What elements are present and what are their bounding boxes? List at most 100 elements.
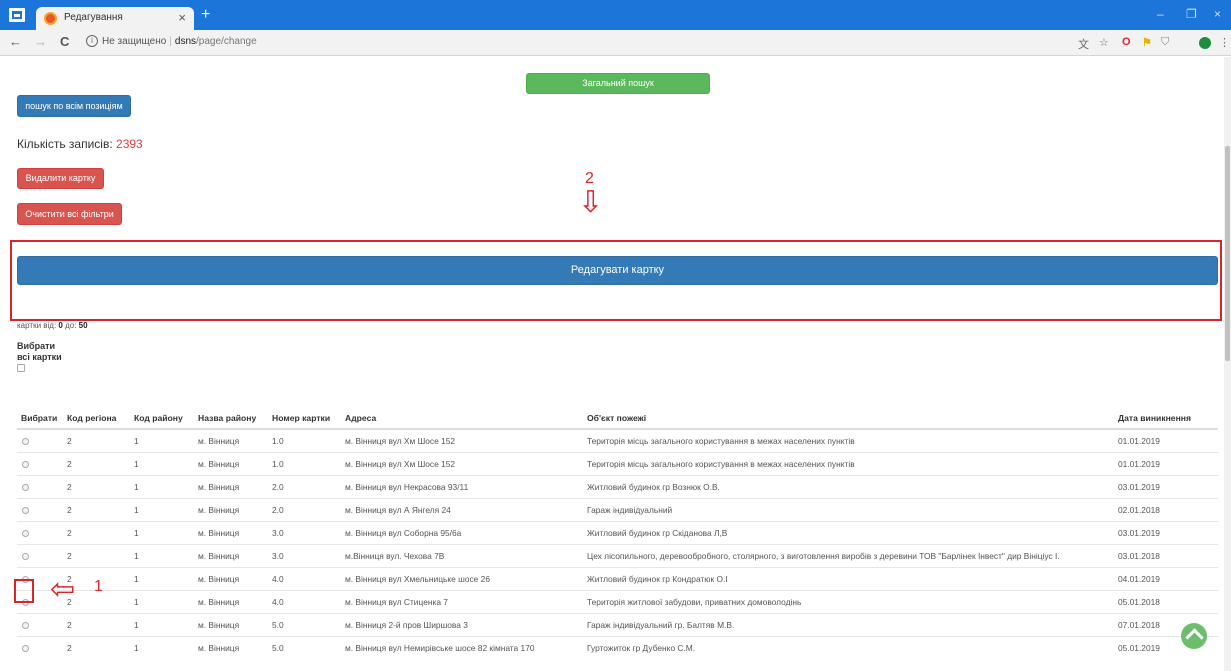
col-header-select[interactable]: Вибрати bbox=[17, 407, 63, 430]
tab-close-icon[interactable]: × bbox=[178, 10, 186, 25]
col-header-address[interactable]: Адреса bbox=[341, 407, 583, 430]
range-middle: до: bbox=[65, 321, 77, 330]
cell-card-number: 1.0 bbox=[268, 451, 341, 475]
table-row[interactable]: 2 1 м. Вінниця 2.0 м. Вінниця вул А Янгеля 2… bbox=[17, 497, 1218, 521]
cell-date: 05.01.2018 bbox=[1114, 589, 1218, 613]
cell-district-name: м. Вінниця bbox=[194, 612, 268, 636]
cell-date: 04.01.2019 bbox=[1114, 566, 1218, 590]
search-all-positions-button[interactable]: пошук по всім позиціям bbox=[17, 95, 131, 117]
row-select-radio[interactable] bbox=[22, 438, 29, 446]
cell-district-code: 1 bbox=[130, 520, 194, 544]
profile-avatar[interactable] bbox=[1199, 37, 1211, 49]
cell-fire-object: Територія житлової забудови, приватних д… bbox=[583, 589, 1114, 613]
close-window-button[interactable]: × bbox=[1214, 7, 1221, 21]
cell-district-code: 1 bbox=[130, 566, 194, 590]
reload-button[interactable]: C bbox=[60, 34, 69, 49]
annotation-number-1: 1 bbox=[94, 578, 103, 595]
cell-card-number: 2.0 bbox=[268, 497, 341, 521]
cell-date: 01.01.2019 bbox=[1114, 451, 1218, 475]
star-icon[interactable]: ☆ bbox=[1099, 36, 1109, 49]
annotation-arrow-left-icon: ⇦ bbox=[50, 573, 76, 606]
col-header-card-number[interactable]: Номер картки bbox=[268, 407, 341, 430]
back-button[interactable]: ← bbox=[9, 34, 22, 49]
table-row[interactable]: 2 1 м. Вінниця 1.0 м. Вінниця вул Хм Шосе 15… bbox=[17, 451, 1218, 475]
row-select-radio[interactable] bbox=[22, 529, 29, 537]
row-select-radio[interactable] bbox=[22, 645, 29, 653]
general-search-button[interactable]: Загальний пошук bbox=[526, 73, 710, 94]
cell-date: 03.01.2019 bbox=[1114, 520, 1218, 544]
col-header-district-code[interactable]: Код району bbox=[130, 407, 194, 430]
cards-range: картки від: 0 до: 50 bbox=[17, 321, 88, 330]
col-header-region-code[interactable]: Код регіона bbox=[63, 407, 130, 430]
info-icon[interactable]: i bbox=[86, 35, 98, 47]
table-row[interactable]: 2 1 м. Вінниця 5.0 м. Вінниця вул Немирівськ… bbox=[17, 635, 1218, 659]
cell-date: 03.01.2018 bbox=[1114, 543, 1218, 567]
row-select-radio[interactable] bbox=[22, 621, 29, 629]
clear-filters-button[interactable]: Очистити всі фільтри bbox=[17, 203, 122, 225]
edit-card-button[interactable]: Редагувати картку bbox=[17, 256, 1218, 285]
annotation-arrow-down-icon: ⇩ bbox=[578, 186, 604, 219]
select-all-label: Вибрати всі картки bbox=[17, 341, 62, 363]
cell-card-number: 3.0 bbox=[268, 520, 341, 544]
records-count: Кількість записів: 2393 bbox=[17, 137, 143, 151]
row-select-radio[interactable] bbox=[22, 483, 29, 491]
menu-icon[interactable]: ⋮ bbox=[1219, 36, 1230, 49]
cell-address: м. Вінниця вул Хм Шосе 152 bbox=[341, 428, 583, 452]
row-select-radio[interactable] bbox=[22, 460, 29, 468]
table-row[interactable]: 2 1 м. Вінниця 4.0 м. Вінниця вул Стиценка 7… bbox=[17, 589, 1218, 613]
cell-district-name: м. Вінниця bbox=[194, 635, 268, 659]
translate-icon[interactable]: 文 bbox=[1078, 36, 1089, 52]
col-header-date[interactable]: Дата виникнення bbox=[1114, 407, 1218, 430]
cell-district-code: 1 bbox=[130, 589, 194, 613]
new-tab-button[interactable]: + bbox=[201, 6, 210, 24]
cell-district-code: 1 bbox=[130, 543, 194, 567]
forward-button[interactable]: → bbox=[34, 34, 47, 49]
records-label: Кількість записів: bbox=[17, 137, 113, 151]
cell-district-code: 1 bbox=[130, 428, 194, 452]
select-all-checkbox[interactable] bbox=[17, 364, 25, 372]
col-header-district-name[interactable]: Назва району bbox=[194, 407, 268, 430]
table-row[interactable]: 2 1 м. Вінниця 1.0 м. Вінниця вул Хм Шосе 15… bbox=[17, 428, 1218, 452]
table-row[interactable]: 2 1 м. Вінниця 2.0 м. Вінниця вул Некрасова … bbox=[17, 474, 1218, 498]
cell-region-code: 2 bbox=[63, 520, 130, 544]
scroll-to-top-button[interactable] bbox=[1181, 623, 1207, 649]
cell-address: м. Вінниця 2-й пров Ширшова 3 bbox=[341, 612, 583, 636]
cell-address: м. Вінниця вул Соборна 95/6а bbox=[341, 520, 583, 544]
table-row[interactable]: 2 1 м. Вінниця 5.0 м. Вінниця 2-й пров Ширшо… bbox=[17, 612, 1218, 636]
cell-fire-object: Територія місць загального користування … bbox=[583, 451, 1114, 475]
scrollbar-thumb[interactable] bbox=[1225, 146, 1230, 361]
page-content: Загальний пошук пошук по всім позиціям К… bbox=[0, 57, 1231, 671]
cell-card-number: 3.0 bbox=[268, 543, 341, 567]
address-bar: ← → C i Не защищено | dsns/page/change 文 ☆… bbox=[0, 30, 1231, 56]
delete-card-button[interactable]: Видалити картку bbox=[17, 168, 104, 189]
cell-card-number: 4.0 bbox=[268, 589, 341, 613]
table-row[interactable]: 2 1 м. Вінниця 3.0 м.Вінниця вул. Чехова 7В Ц… bbox=[17, 543, 1218, 567]
cell-fire-object: Житловий будинок гр Вознюк О.В. bbox=[583, 474, 1114, 498]
cell-district-code: 1 bbox=[130, 474, 194, 498]
cell-address: м. Вінниця вул Хмельницьке шосе 26 bbox=[341, 566, 583, 590]
cell-address: м. Вінниця вул А Янгеля 24 bbox=[341, 497, 583, 521]
cell-card-number: 4.0 bbox=[268, 566, 341, 590]
row-select-radio[interactable] bbox=[22, 506, 29, 514]
url-field[interactable]: Не защищено | dsns/page/change bbox=[102, 36, 257, 47]
extension-icon[interactable]: ⚑ bbox=[1142, 36, 1152, 49]
cell-card-number: 5.0 bbox=[268, 612, 341, 636]
cell-district-name: м. Вінниця bbox=[194, 474, 268, 498]
url-host: dsns bbox=[174, 36, 197, 47]
restore-button[interactable]: ❐ bbox=[1186, 7, 1197, 21]
cell-fire-object: Територія місць загального користування … bbox=[583, 428, 1114, 452]
cell-address: м.Вінниця вул. Чехова 7В bbox=[341, 543, 583, 567]
opera-icon[interactable]: O bbox=[1122, 36, 1131, 48]
col-header-fire-object[interactable]: Об'єкт пожежі bbox=[583, 407, 1114, 430]
tab-favicon-icon bbox=[44, 12, 57, 25]
row-select-radio[interactable] bbox=[22, 552, 29, 560]
shield-icon[interactable]: ⛉ bbox=[1161, 36, 1169, 49]
table-row[interactable]: 2 1 м. Вінниця 3.0 м. Вінниця вул Соборна 95… bbox=[17, 520, 1218, 544]
table-row[interactable]: 2 1 м. Вінниця 4.0 м. Вінниця вул Хмельницьк… bbox=[17, 566, 1218, 590]
minimize-button[interactable]: – bbox=[1157, 7, 1164, 21]
cell-date: 03.01.2019 bbox=[1114, 474, 1218, 498]
cell-card-number: 1.0 bbox=[268, 428, 341, 452]
cards-table: Вибрати Код регіона Код району Назва рай… bbox=[17, 407, 1218, 659]
browser-tab[interactable]: Редагування × bbox=[36, 7, 194, 30]
cell-region-code: 2 bbox=[63, 635, 130, 659]
